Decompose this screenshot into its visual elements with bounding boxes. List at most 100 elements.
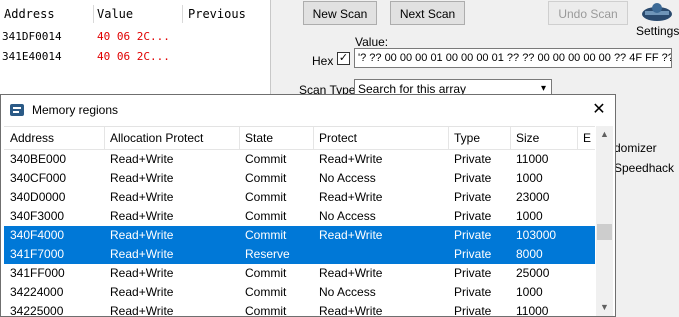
cell-allocation-protect: Read+Write — [110, 152, 174, 166]
dialog-title: Memory regions — [32, 103, 119, 117]
table-row[interactable]: 340CF000 Read+Write Commit No Access Private… — [4, 169, 595, 188]
column-value[interactable]: Value — [97, 7, 133, 21]
header-address[interactable]: Address — [10, 127, 54, 149]
found-value: 40 06 2C... — [97, 30, 170, 43]
cell-address: 34225000 — [10, 304, 64, 317]
cell-size: 8000 — [516, 247, 543, 261]
settings-label[interactable]: Settings — [636, 24, 679, 38]
found-value: 40 06 2C... — [97, 50, 170, 63]
column-previous[interactable]: Previous — [188, 7, 246, 21]
cell-address: 341FF000 — [10, 266, 65, 280]
found-address-list[interactable]: Address Value Previous 341DF0014 40 06 2… — [0, 0, 271, 100]
header-e[interactable]: E — [583, 127, 591, 149]
cell-type: Private — [454, 304, 492, 317]
cell-allocation-protect: Read+Write — [110, 247, 174, 261]
cell-allocation-protect: Read+Write — [110, 190, 174, 204]
table-header: Address Allocation Protect State Protect… — [4, 127, 595, 150]
speedhack-option[interactable]: Speedhack — [614, 161, 674, 175]
cell-type: Private — [454, 228, 492, 242]
cell-allocation-protect: Read+Write — [110, 304, 174, 317]
cell-address: 340F4000 — [10, 228, 65, 242]
header-allocation-protect[interactable]: Allocation Protect — [110, 127, 203, 149]
cell-type: Private — [454, 171, 492, 185]
found-address: 341E40014 — [2, 50, 62, 63]
new-scan-button[interactable]: New Scan — [303, 1, 377, 25]
dialog-titlebar[interactable]: Memory regions ✕ — [1, 95, 615, 124]
cell-state: Commit — [245, 285, 287, 299]
cell-protect: No Access — [319, 171, 376, 185]
table-row[interactable]: 340F3000 Read+Write Commit No Access Private… — [4, 207, 595, 226]
cell-size: 103000 — [516, 228, 557, 242]
cell-state: Commit — [245, 304, 287, 317]
table-row[interactable]: 340F4000 Read+Write Commit Read+Write Privat… — [4, 226, 595, 245]
cell-address: 340BE000 — [10, 152, 67, 166]
cell-type: Private — [454, 152, 492, 166]
cell-size: 1000 — [516, 209, 543, 223]
cell-type: Private — [454, 285, 492, 299]
vertical-scrollbar[interactable]: ▲ ▼ — [596, 126, 613, 316]
table-row[interactable]: 341FF000 Read+Write Commit Read+Write Privat… — [4, 264, 595, 283]
cell-state: Reserve — [245, 247, 290, 261]
cell-protect: Read+Write — [319, 266, 383, 280]
scrollbar-thumb[interactable] — [597, 224, 612, 240]
cell-protect: Read+Write — [319, 228, 383, 242]
cell-protect: No Access — [319, 209, 376, 223]
memory-regions-dialog: Memory regions ✕ Address Allocation Prot… — [0, 94, 616, 317]
header-size[interactable]: Size — [516, 127, 539, 149]
hex-checkbox[interactable]: ✓ — [337, 52, 350, 65]
cell-protect: Read+Write — [319, 304, 383, 317]
cell-protect: No Access — [319, 285, 376, 299]
value-label: Value: — [355, 35, 389, 49]
cell-protect: Read+Write — [319, 190, 383, 204]
cell-type: Private — [454, 209, 492, 223]
found-row[interactable]: 341DF0014 40 06 2C... — [0, 27, 270, 47]
cell-state: Commit — [245, 152, 287, 166]
cell-size: 11000 — [516, 304, 549, 317]
chevron-up-icon[interactable]: ▲ — [596, 126, 613, 143]
cheat-engine-icon — [10, 104, 24, 116]
cell-address: 340CF000 — [10, 171, 67, 185]
cell-allocation-protect: Read+Write — [110, 266, 174, 280]
table-row[interactable]: 340BE000 Read+Write Commit Read+Write Privat… — [4, 150, 595, 169]
found-address: 341DF0014 — [2, 30, 62, 43]
table-row[interactable]: 340D0000 Read+Write Commit Read+Write Privat… — [4, 188, 595, 207]
cell-size: 25000 — [516, 266, 550, 280]
cell-allocation-protect: Read+Write — [110, 171, 174, 185]
cell-state: Commit — [245, 171, 287, 185]
undo-scan-button[interactable]: Undo Scan — [548, 1, 628, 25]
next-scan-button[interactable]: Next Scan — [390, 1, 465, 25]
table-row[interactable]: 341F7000 Read+Write Reserve Private 8000 — [4, 245, 595, 264]
cell-size: 1000 — [516, 285, 543, 299]
header-type[interactable]: Type — [454, 127, 480, 149]
cell-type: Private — [454, 247, 492, 261]
cell-address: 34224000 — [10, 285, 64, 299]
cell-type: Private — [454, 190, 492, 204]
memory-regions-table[interactable]: Address Allocation Protect State Protect… — [4, 126, 595, 317]
column-address[interactable]: Address — [4, 7, 55, 21]
cell-allocation-protect: Read+Write — [110, 285, 174, 299]
scan-value-input[interactable]: '? ?? 00 00 00 01 00 00 00 01 ?? ?? 00 0… — [354, 48, 672, 68]
found-row[interactable]: 341E40014 40 06 2C... — [0, 47, 270, 67]
cell-size: 11000 — [516, 152, 549, 166]
cell-state: Commit — [245, 266, 287, 280]
cell-size: 23000 — [516, 190, 550, 204]
cell-state: Commit — [245, 228, 287, 242]
table-row[interactable]: 34224000 Read+Write Commit No Access Private… — [4, 283, 595, 302]
cell-allocation-protect: Read+Write — [110, 209, 174, 223]
cell-address: 340D0000 — [10, 190, 66, 204]
chevron-down-icon[interactable]: ▼ — [596, 299, 613, 316]
cell-allocation-protect: Read+Write — [110, 228, 174, 242]
cheat-engine-logo[interactable] — [640, 2, 674, 22]
cell-state: Commit — [245, 190, 287, 204]
randomizer-option[interactable]: domizer — [614, 141, 657, 155]
cell-address: 341F7000 — [10, 247, 65, 261]
header-protect[interactable]: Protect — [319, 127, 357, 149]
hex-label: Hex — [312, 54, 334, 68]
cell-protect: Read+Write — [319, 152, 383, 166]
cell-type: Private — [454, 266, 492, 280]
found-list-header: Address Value Previous — [0, 3, 270, 23]
cell-size: 1000 — [516, 171, 543, 185]
table-row[interactable]: 34225000 Read+Write Commit Read+Write Privat… — [4, 302, 595, 317]
close-button[interactable]: ✕ — [583, 95, 615, 124]
header-state[interactable]: State — [245, 127, 273, 149]
